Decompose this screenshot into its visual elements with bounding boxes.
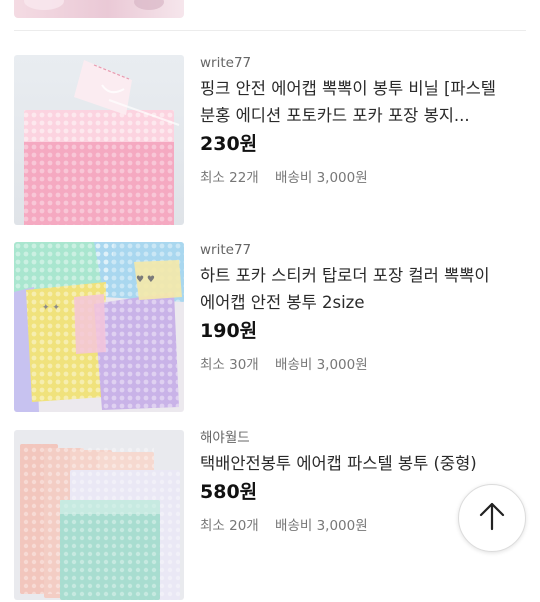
seller-name[interactable]: 해야월드 bbox=[200, 430, 526, 446]
product-meta: 최소 22개 배송비 3,000원 bbox=[200, 166, 526, 186]
product-title[interactable]: 하트 포카 스티커 탑로더 포장 컬러 뽁뽁이 에어캡 안전 봉투 2size bbox=[200, 262, 526, 316]
seller-name[interactable]: write77 bbox=[200, 55, 526, 71]
minimum-quantity: 최소 22개 bbox=[200, 170, 259, 186]
previous-product-thumbnail[interactable] bbox=[14, 0, 184, 18]
divider bbox=[14, 30, 526, 31]
product-image[interactable] bbox=[14, 55, 184, 225]
seller-name[interactable]: write77 bbox=[200, 242, 526, 258]
product-image[interactable]: ✦ ✦ ♥ ♥ bbox=[14, 242, 184, 412]
minimum-quantity: 최소 30개 bbox=[200, 357, 259, 373]
product-title[interactable]: 택배안전봉투 에어캡 파스텔 봉투 (중형) bbox=[200, 450, 526, 477]
shipping-fee: 배송비 3,000원 bbox=[275, 357, 368, 373]
shipping-fee: 배송비 3,000원 bbox=[275, 518, 368, 534]
shipping-fee: 배송비 3,000원 bbox=[275, 170, 368, 186]
arrow-up-icon bbox=[478, 501, 506, 535]
minimum-quantity: 최소 20개 bbox=[200, 518, 259, 534]
scroll-to-top-button[interactable] bbox=[458, 484, 526, 552]
product-price: 230원 bbox=[200, 133, 258, 155]
product-meta: 최소 30개 배송비 3,000원 bbox=[200, 353, 526, 373]
product-image[interactable] bbox=[14, 430, 184, 600]
product-title[interactable]: 핑크 안전 에어캡 뽁뽁이 봉투 비닐 [파스텔 분홍 에디션 포토카드 포카 … bbox=[200, 75, 526, 129]
svg-text:✦ ✦: ✦ ✦ bbox=[42, 303, 60, 313]
product-card[interactable]: write77 핑크 안전 에어캡 뽁뽁이 봉투 비닐 [파스텔 분홍 에디션 … bbox=[0, 55, 540, 227]
product-price: 190원 bbox=[200, 320, 258, 342]
product-card[interactable]: ✦ ✦ ♥ ♥ write77 하트 포카 스티커 탑로더 포장 컬러 뽁뽁이 … bbox=[0, 242, 540, 414]
svg-text:♥ ♥: ♥ ♥ bbox=[136, 275, 155, 285]
